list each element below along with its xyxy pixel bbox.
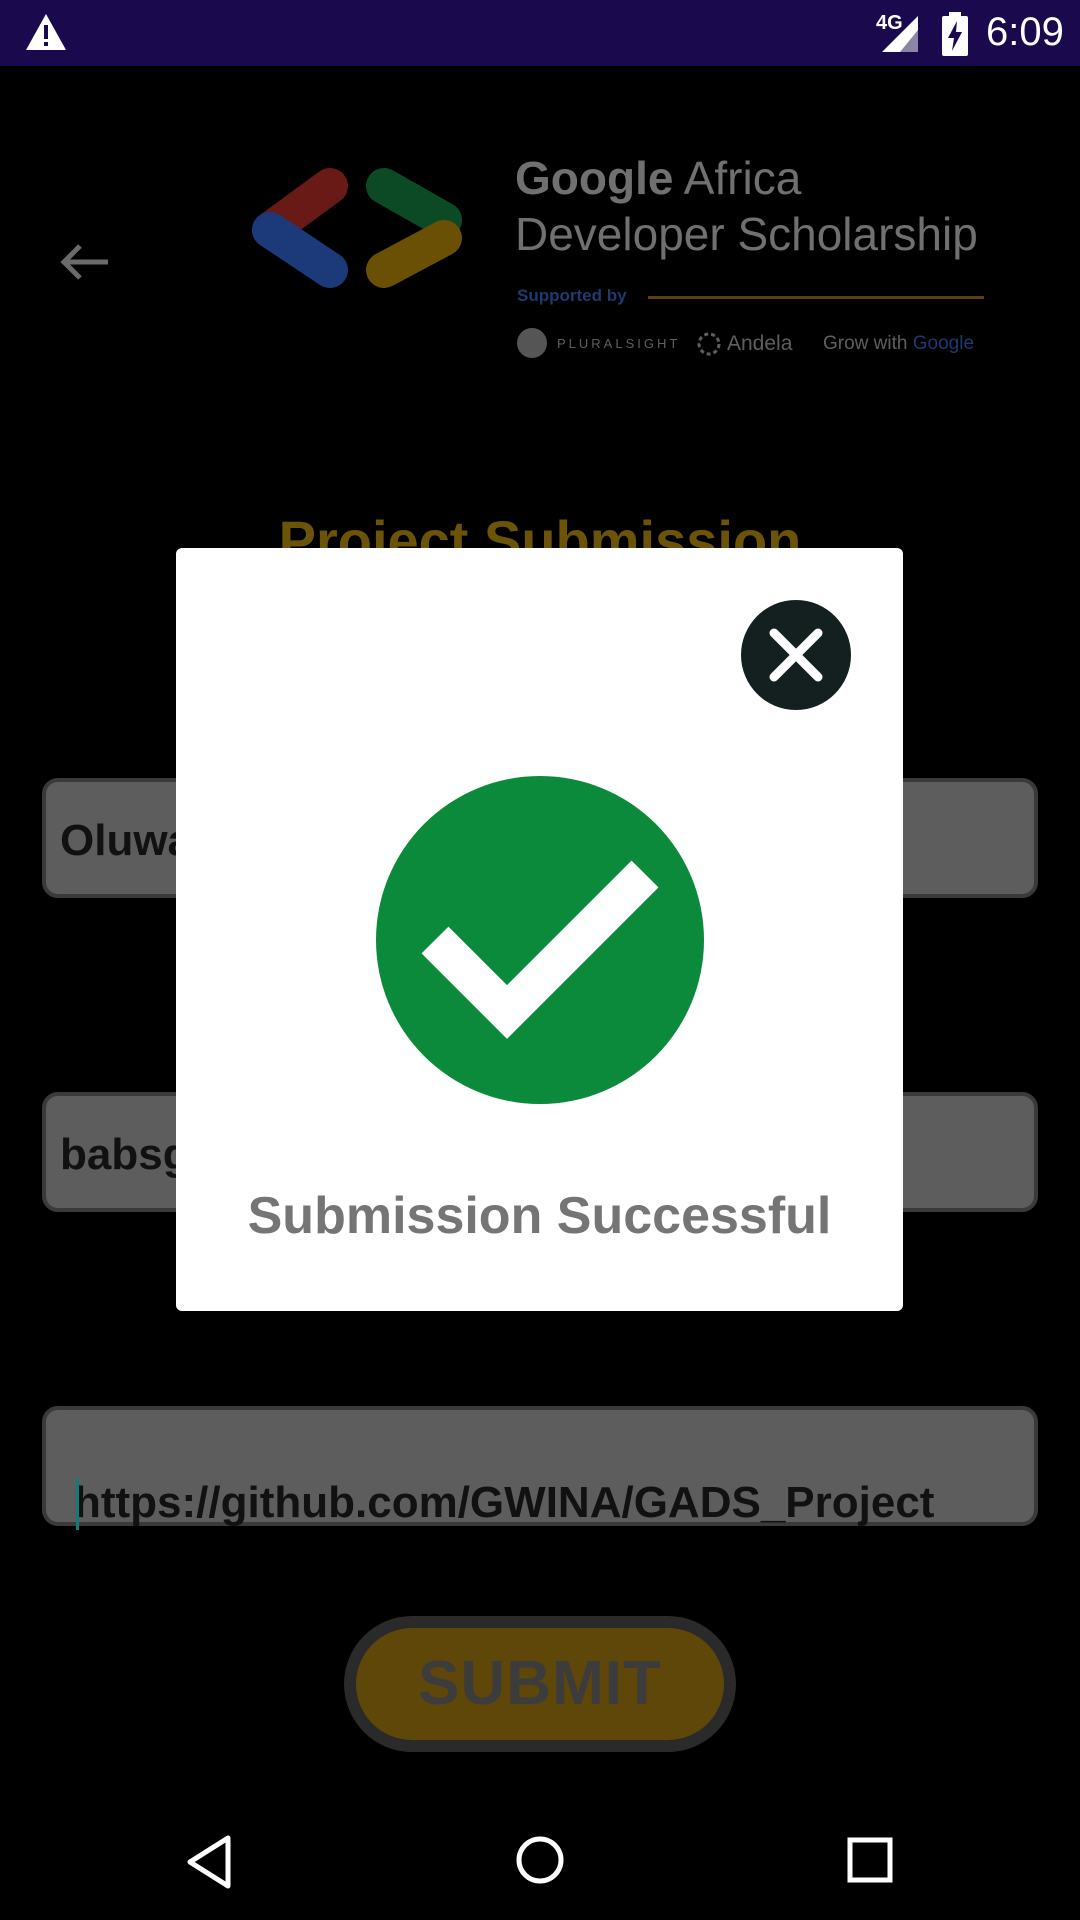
submit-button[interactable]: SUBMIT <box>344 1616 736 1752</box>
navigation-bar <box>0 1798 1080 1920</box>
partner-logos: PLURALSIGHT Andela Grow with Google <box>517 328 987 364</box>
nav-back-icon[interactable] <box>184 1834 234 1890</box>
project-link-field[interactable]: https://github.com/GWINA/GADS_Project <box>42 1406 1038 1530</box>
success-dialog: Submission Successful <box>176 548 903 1311</box>
email-value: babsg <box>60 1130 190 1179</box>
pluralsight-logo: PLURALSIGHT <box>517 328 680 360</box>
signal-icon <box>882 16 918 52</box>
brand-title: Google Africa Developer Scholarship <box>515 150 978 262</box>
text-cursor <box>76 1478 79 1530</box>
supported-divider <box>648 296 984 299</box>
close-icon <box>769 628 823 682</box>
nav-home-icon[interactable] <box>514 1834 566 1886</box>
success-check-icon <box>376 776 704 1104</box>
gads-logo-icon <box>252 168 462 288</box>
andela-logo: Andela <box>693 328 792 360</box>
brand-subtitle: Developer Scholarship <box>515 208 978 260</box>
clock: 6:09 <box>986 10 1064 54</box>
warning-icon <box>26 14 66 50</box>
grow-with-google-logo: Grow with Google <box>823 333 975 354</box>
nav-recents-icon[interactable] <box>846 1836 894 1884</box>
supported-by-label: Supported by <box>517 286 627 305</box>
brand-africa: Africa <box>673 152 802 204</box>
success-message: Submission Successful <box>247 1187 832 1245</box>
battery-charging-icon <box>942 12 968 56</box>
close-button[interactable] <box>741 600 851 710</box>
submit-label: SUBMIT <box>356 1628 724 1740</box>
status-bar: 4G 6:09 <box>0 0 1080 66</box>
brand-google: Google <box>515 152 674 204</box>
back-arrow-icon[interactable] <box>58 242 112 282</box>
project-link-value: https://github.com/GWINA/GADS_Project <box>74 1478 935 1527</box>
first-name-value: Oluwa <box>60 816 193 865</box>
